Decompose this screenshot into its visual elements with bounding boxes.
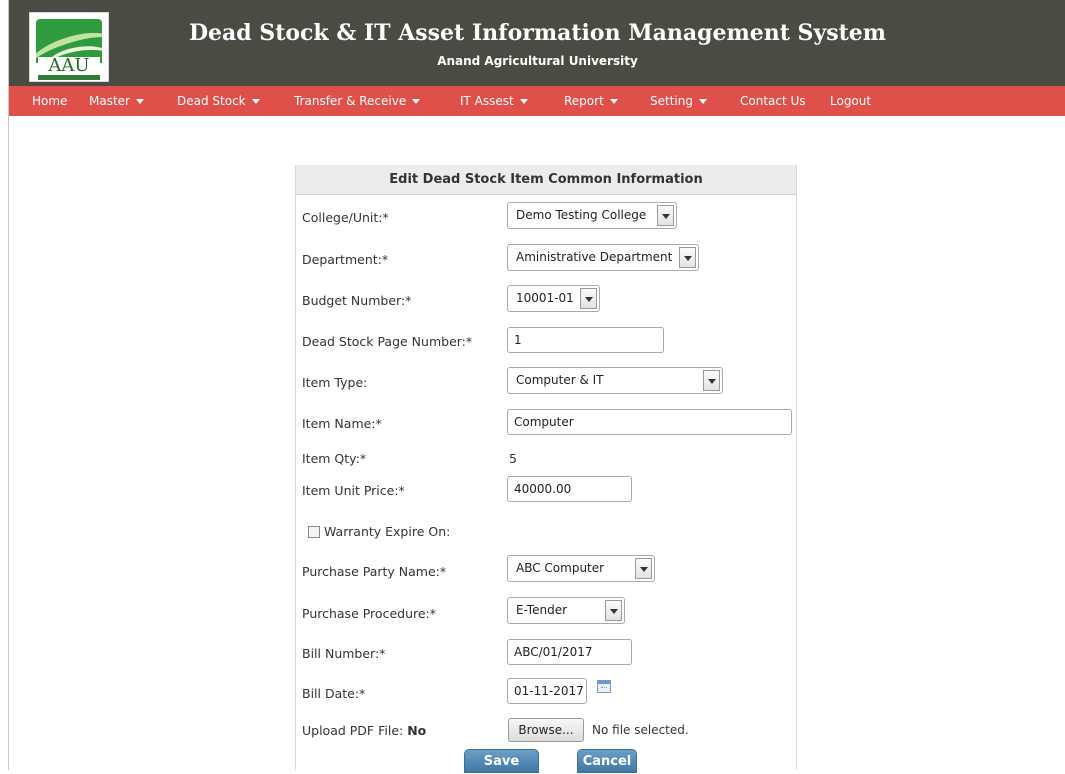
warranty-row: Warranty Expire On: xyxy=(308,524,450,539)
chevron-down-icon xyxy=(657,205,674,226)
chevron-down-icon xyxy=(412,99,421,104)
unit-price-input[interactable]: 40000.00 xyxy=(507,476,632,502)
procedure-label: Purchase Procedure:* xyxy=(302,606,437,621)
main-nav: Home Master Dead Stock Transfer & Receiv… xyxy=(9,86,1065,116)
department-select[interactable]: Aministrative Department xyxy=(507,244,699,271)
item-qty-label: Item Qty:* xyxy=(302,451,367,466)
nav-master[interactable]: Master xyxy=(89,94,144,108)
bill-number-input[interactable]: ABC/01/2017 xyxy=(507,639,632,665)
header: AAU Dead Stock & IT Asset Information Ma… xyxy=(9,0,1065,86)
logo-tagline-bar xyxy=(38,75,100,80)
app-subtitle: Anand Agricultural University xyxy=(437,54,638,68)
budget-value: 10001-01 xyxy=(516,291,574,305)
edit-form-panel: Edit Dead Stock Item Common Information … xyxy=(295,165,797,773)
nav-report[interactable]: Report xyxy=(564,94,618,108)
item-name-label: Item Name:* xyxy=(302,416,382,431)
chevron-down-icon xyxy=(635,558,652,579)
unit-price-label: Item Unit Price:* xyxy=(302,483,405,498)
college-value: Demo Testing College xyxy=(516,208,647,222)
nav-logout-label: Logout xyxy=(830,94,872,108)
item-name-input[interactable]: Computer xyxy=(507,409,792,435)
bill-date-input[interactable]: 01-11-2017 xyxy=(507,678,587,704)
upload-label-row: Upload PDF File: No xyxy=(302,723,426,738)
budget-select[interactable]: 10001-01 xyxy=(507,285,600,312)
nav-home[interactable]: Home xyxy=(32,94,67,108)
party-label: Purchase Party Name:* xyxy=(302,564,447,579)
save-button[interactable]: Save xyxy=(464,749,539,773)
app-title: Dead Stock & IT Asset Information Manage… xyxy=(188,20,887,46)
nav-contact-us[interactable]: Contact Us xyxy=(740,94,806,108)
app-window: AAU Dead Stock & IT Asset Information Ma… xyxy=(8,0,1065,773)
item-qty-value: 5 xyxy=(509,451,517,466)
chevron-down-icon xyxy=(519,99,528,104)
warranty-checkbox[interactable] xyxy=(308,526,320,538)
college-select[interactable]: Demo Testing College xyxy=(507,202,677,229)
nav-logout[interactable]: Logout xyxy=(830,94,871,108)
warranty-label: Warranty Expire On: xyxy=(324,524,451,539)
page-number-input[interactable]: 1 xyxy=(507,327,664,353)
chevron-down-icon xyxy=(698,99,707,104)
bill-number-label: Bill Number:* xyxy=(302,646,386,661)
chevron-down-icon xyxy=(580,288,597,309)
procedure-value: E-Tender xyxy=(516,603,568,617)
page-number-label: Dead Stock Page Number:* xyxy=(302,334,473,349)
chevron-down-icon xyxy=(605,600,622,621)
nav-it-assest-label: IT Assest xyxy=(460,94,514,108)
nav-dead-stock-label: Dead Stock xyxy=(177,94,246,108)
chevron-down-icon xyxy=(135,99,144,104)
chevron-down-icon xyxy=(679,247,696,268)
procedure-select[interactable]: E-Tender xyxy=(507,597,625,624)
calendar-icon[interactable] xyxy=(597,680,611,693)
chevron-down-icon xyxy=(251,99,260,104)
party-value: ABC Computer xyxy=(516,561,605,575)
file-status: No file selected. xyxy=(592,723,689,737)
nav-transfer-receive[interactable]: Transfer & Receive xyxy=(294,94,421,108)
upload-status: No xyxy=(407,723,427,738)
nav-report-label: Report xyxy=(564,94,604,108)
chevron-down-icon xyxy=(609,99,618,104)
item-type-select[interactable]: Computer & IT xyxy=(507,367,723,394)
upload-label: Upload PDF File: xyxy=(302,723,404,738)
nav-setting[interactable]: Setting xyxy=(650,94,707,108)
chevron-down-icon xyxy=(703,370,720,391)
department-label: Department:* xyxy=(302,252,389,267)
cancel-button[interactable]: Cancel xyxy=(577,749,637,773)
nav-transfer-receive-label: Transfer & Receive xyxy=(294,94,407,108)
nav-setting-label: Setting xyxy=(650,94,693,108)
budget-label: Budget Number:* xyxy=(302,293,412,308)
browse-button[interactable]: Browse... xyxy=(508,718,584,742)
form-heading: Edit Dead Stock Item Common Information xyxy=(296,165,796,195)
nav-master-label: Master xyxy=(89,94,130,108)
nav-it-assest[interactable]: IT Assest xyxy=(460,94,528,108)
nav-contact-us-label: Contact Us xyxy=(740,94,806,108)
item-type-label: Item Type: xyxy=(302,375,368,390)
college-label: College/Unit:* xyxy=(302,210,389,225)
nav-home-label: Home xyxy=(32,94,68,108)
department-value: Aministrative Department xyxy=(516,250,673,264)
party-select[interactable]: ABC Computer xyxy=(507,555,655,582)
item-type-value: Computer & IT xyxy=(516,373,604,387)
bill-date-label: Bill Date:* xyxy=(302,686,366,701)
nav-dead-stock[interactable]: Dead Stock xyxy=(177,94,260,108)
